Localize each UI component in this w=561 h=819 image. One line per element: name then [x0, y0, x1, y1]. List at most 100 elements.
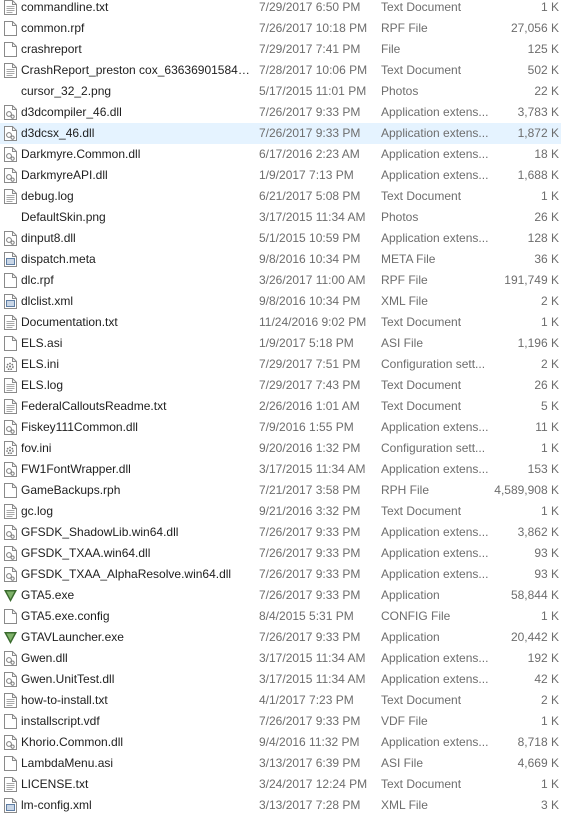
file-row[interactable]: Fiskey111Common.dll 7/9/2016 1:55 PM App… [0, 417, 561, 438]
file-name: d3dcompiler_46.dll [21, 105, 122, 119]
blank-icon [4, 84, 17, 99]
file-row[interactable]: GFSDK_ShadowLib.win64.dll 7/26/2017 9:33… [0, 522, 561, 543]
file-type: Application extens... [381, 168, 489, 182]
file-date-modified: 5/1/2015 10:59 PM [259, 231, 361, 245]
file-name: debug.log [21, 189, 74, 203]
file-row[interactable]: GameBackups.rph 7/21/2017 3:58 PM RPH Fi… [0, 480, 561, 501]
file-date-modified: 3/13/2017 7:28 PM [259, 798, 361, 812]
file-type: Application [381, 588, 440, 602]
file-row[interactable]: Documentation.txt 11/24/2016 9:02 PM Tex… [0, 312, 561, 333]
dll-file-icon [4, 672, 17, 687]
file-date-modified: 9/8/2016 10:34 PM [259, 252, 361, 266]
file-date-modified: 9/4/2016 11:32 PM [259, 735, 360, 749]
file-row[interactable]: DarkmyreAPI.dll 1/9/2017 7:13 PM Applica… [0, 165, 561, 186]
file-row[interactable]: ELS.ini 7/29/2017 7:51 PM Configuration … [0, 354, 561, 375]
file-type: Application extens... [381, 546, 489, 560]
dll-file-icon [4, 231, 17, 246]
file-size: 2 K [540, 357, 559, 371]
file-row[interactable]: d3dcsx_46.dll 7/26/2017 9:33 PM Applicat… [0, 123, 561, 144]
file-date-modified: 9/8/2016 10:34 PM [259, 294, 361, 308]
file-type: Application extens... [381, 735, 489, 749]
file-size: 125 K [527, 42, 559, 56]
file-name: d3dcsx_46.dll [21, 126, 95, 140]
file-row[interactable]: FederalCalloutsReadme.txt 2/26/2016 1:01… [0, 396, 561, 417]
file-row[interactable]: commandline.txt 7/29/2017 6:50 PM Text D… [0, 0, 561, 18]
file-size: 26 K [534, 378, 559, 392]
file-row[interactable]: Darkmyre.Common.dll 6/17/2016 2:23 AM Ap… [0, 144, 561, 165]
file-date-modified: 7/26/2017 9:33 PM [259, 567, 361, 581]
file-date-modified: 7/26/2017 9:33 PM [259, 546, 361, 560]
file-row[interactable]: cursor_32_2.png 5/17/2015 11:01 PM Photo… [0, 81, 561, 102]
file-size: 1 K [540, 609, 559, 623]
file-date-modified: 7/26/2017 9:33 PM [259, 588, 361, 602]
file-type: Configuration sett... [381, 441, 486, 455]
dll-file-icon [4, 567, 17, 582]
file-row[interactable]: gc.log 9/21/2016 3:32 PM Text Document 1… [0, 501, 561, 522]
file-date-modified: 3/13/2017 6:39 PM [259, 756, 361, 770]
dll-file-icon [4, 126, 17, 141]
file-type: Application [381, 630, 440, 644]
file-name: ELS.ini [21, 357, 60, 371]
file-row[interactable]: CrashReport_preston cox_6363690158477...… [0, 60, 561, 81]
file-size: 42 K [534, 672, 559, 686]
generic-file-icon [4, 714, 17, 729]
text-document-icon [4, 504, 17, 519]
file-date-modified: 7/29/2017 7:41 PM [259, 42, 361, 56]
file-row[interactable]: how-to-install.txt 4/1/2017 7:23 PM Text… [0, 690, 561, 711]
file-size: 26 K [534, 210, 559, 224]
file-name: DarkmyreAPI.dll [21, 168, 108, 182]
text-document-icon [4, 399, 17, 414]
file-row[interactable]: GFSDK_TXAA.win64.dll 7/26/2017 9:33 PM A… [0, 543, 561, 564]
file-type: Text Document [381, 378, 462, 392]
file-date-modified: 3/17/2015 11:34 AM [259, 210, 366, 224]
file-name: crashreport [21, 42, 82, 56]
file-date-modified: 3/17/2015 11:34 AM [259, 462, 366, 476]
file-row[interactable]: FW1FontWrapper.dll 3/17/2015 11:34 AM Ap… [0, 459, 561, 480]
file-type: Text Document [381, 399, 462, 413]
file-name: Fiskey111Common.dll [21, 420, 138, 434]
file-name: LICENSE.txt [21, 777, 89, 791]
file-row[interactable]: Gwen.UnitTest.dll 3/17/2015 11:34 AM App… [0, 669, 561, 690]
file-row[interactable]: Khorio.Common.dll 9/4/2016 11:32 PM Appl… [0, 732, 561, 753]
text-document-icon [4, 0, 17, 15]
file-row[interactable]: Gwen.dll 3/17/2015 11:34 AM Application … [0, 648, 561, 669]
file-name: how-to-install.txt [21, 693, 108, 707]
file-row[interactable]: GTA5.exe.config 8/4/2015 5:31 PM CONFIG … [0, 606, 561, 627]
file-row[interactable]: dispatch.meta 9/8/2016 10:34 PM META Fil… [0, 249, 561, 270]
file-row[interactable]: dlc.rpf 3/26/2017 11:00 AM RPF File 191,… [0, 270, 561, 291]
file-date-modified: 7/9/2016 1:55 PM [259, 420, 354, 434]
file-date-modified: 6/21/2017 5:08 PM [259, 189, 361, 203]
file-name: common.rpf [21, 21, 85, 35]
file-type: XML File [381, 798, 428, 812]
file-row[interactable]: ELS.log 7/29/2017 7:43 PM Text Document … [0, 375, 561, 396]
config-settings-icon [4, 441, 17, 456]
file-row[interactable]: fov.ini 9/20/2016 1:32 PM Configuration … [0, 438, 561, 459]
file-name: FederalCalloutsReadme.txt [21, 399, 167, 413]
file-type: ASI File [381, 336, 424, 350]
file-row[interactable]: debug.log 6/21/2017 5:08 PM Text Documen… [0, 186, 561, 207]
file-size: 1 K [540, 714, 559, 728]
file-row[interactable]: GTAVLauncher.exe 7/26/2017 9:33 PM Appli… [0, 627, 561, 648]
file-row[interactable]: d3dcompiler_46.dll 7/26/2017 9:33 PM App… [0, 102, 561, 123]
file-row[interactable]: lm-config.xml 3/13/2017 7:28 PM XML File… [0, 795, 561, 816]
file-name: FW1FontWrapper.dll [21, 462, 131, 476]
file-row[interactable]: LICENSE.txt 3/24/2017 12:24 PM Text Docu… [0, 774, 561, 795]
file-size: 58,844 K [510, 588, 559, 602]
text-document-icon [4, 189, 17, 204]
file-date-modified: 3/26/2017 11:00 AM [259, 273, 366, 287]
file-row[interactable]: common.rpf 7/26/2017 10:18 PM RPF File 2… [0, 18, 561, 39]
file-row[interactable]: dlclist.xml 9/8/2016 10:34 PM XML File 2… [0, 291, 561, 312]
file-type: Application extens... [381, 462, 489, 476]
file-row[interactable]: LambdaMenu.asi 3/13/2017 6:39 PM ASI Fil… [0, 753, 561, 774]
file-row[interactable]: GTA5.exe 7/26/2017 9:33 PM Application 5… [0, 585, 561, 606]
file-row[interactable]: DefaultSkin.png 3/17/2015 11:34 AM Photo… [0, 207, 561, 228]
file-row[interactable]: installscript.vdf 7/26/2017 9:33 PM VDF … [0, 711, 561, 732]
file-type: Application extens... [381, 231, 489, 245]
file-type: ASI File [381, 756, 424, 770]
file-row[interactable]: crashreport 7/29/2017 7:41 PM File 125 K [0, 39, 561, 60]
file-size: 502 K [527, 63, 559, 77]
dll-file-icon [4, 651, 17, 666]
file-row[interactable]: GFSDK_TXAA_AlphaResolve.win64.dll 7/26/2… [0, 564, 561, 585]
file-row[interactable]: ELS.asi 1/9/2017 5:18 PM ASI File 1,196 … [0, 333, 561, 354]
file-row[interactable]: dinput8.dll 5/1/2015 10:59 PM Applicatio… [0, 228, 561, 249]
